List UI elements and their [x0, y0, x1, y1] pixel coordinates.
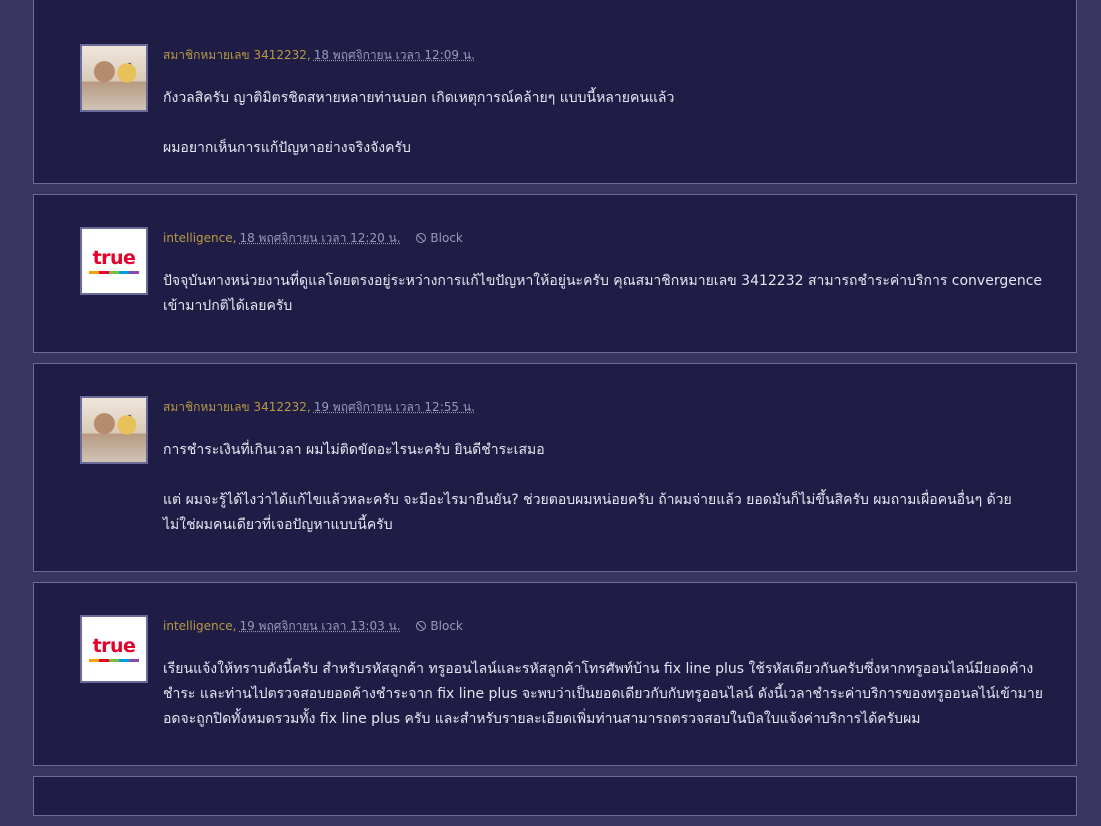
block-label: Block: [430, 231, 463, 245]
user-avatar[interactable]: [80, 44, 148, 112]
author-name[interactable]: สมาชิกหมายเลข 3412232: [163, 48, 307, 62]
block-label: Block: [430, 619, 463, 633]
block-button[interactable]: Block: [416, 619, 463, 633]
true-logo: true: [92, 247, 136, 269]
comment-meta: สมาชิกหมายเลข 3412232, 18 พฤศจิกายน เวลา …: [163, 48, 475, 62]
block-button[interactable]: Block: [416, 231, 463, 245]
comment-card: [33, 776, 1077, 816]
comment-meta: intelligence, 18 พฤศจิกายน เวลา 12:20 น. …: [163, 231, 463, 245]
comment-date[interactable]: 18 พฤศจิกายน เวลา 12:20 น.: [239, 231, 400, 245]
comment-paragraph: การชำระเงินที่เกินเวลา ผมไม่ติดขัดอะไรนะ…: [163, 442, 545, 458]
comment-date[interactable]: 19 พฤศจิกายน เวลา 13:03 น.: [239, 619, 400, 633]
comment-date[interactable]: 19 พฤศจิกายน เวลา 12:55 น.: [314, 400, 475, 414]
comment-date[interactable]: 18 พฤศจิกายน เวลา 12:09 น.: [314, 48, 475, 62]
block-icon: [416, 233, 427, 243]
logo-color-strip: [89, 659, 139, 662]
comment-body: ปัจจุบันทางหน่วยงานที่ดูแลโดยตรงอยู่ระหว…: [163, 269, 1043, 319]
comment-card: สมาชิกหมายเลข 3412232, 18 พฤศจิกายน เวลา …: [33, 0, 1077, 184]
comment-paragraph: เรียนแจ้งให้ทราบดังนี้ครับ สำหรับรหัสลูก…: [163, 661, 1043, 727]
comment-body: เรียนแจ้งให้ทราบดังนี้ครับ สำหรับรหัสลูก…: [163, 657, 1043, 732]
author-name[interactable]: intelligence: [163, 619, 233, 633]
author-name[interactable]: intelligence: [163, 231, 233, 245]
comment-paragraph: ผมอยากเห็นการแก้ปัญหาอย่างจริงจังครับ: [163, 140, 411, 156]
logo-color-strip: [89, 271, 139, 274]
comment-body: การชำระเงินที่เกินเวลา ผมไม่ติดขัดอะไรนะ…: [163, 438, 1043, 538]
comment-paragraph: กังวลสิครับ ญาติมิตรชิดสหายหลายท่านบอก เ…: [163, 90, 675, 106]
user-avatar[interactable]: true: [80, 615, 148, 683]
comment-card: สมาชิกหมายเลข 3412232, 19 พฤศจิกายน เวลา …: [33, 363, 1077, 572]
comment-thread: สมาชิกหมายเลข 3412232, 18 พฤศจิกายน เวลา …: [33, 0, 1077, 826]
user-avatar[interactable]: [80, 396, 148, 464]
comment-card: true intelligence, 18 พฤศจิกายน เวลา 12:2…: [33, 194, 1077, 353]
comment-card: true intelligence, 19 พฤศจิกายน เวลา 13:0…: [33, 582, 1077, 766]
block-icon: [416, 621, 427, 631]
comment-body: กังวลสิครับ ญาติมิตรชิดสหายหลายท่านบอก เ…: [163, 86, 1043, 161]
comment-paragraph: ปัจจุบันทางหน่วยงานที่ดูแลโดยตรงอยู่ระหว…: [163, 273, 1043, 314]
true-logo: true: [92, 635, 136, 657]
user-avatar[interactable]: true: [80, 227, 148, 295]
comment-meta: intelligence, 19 พฤศจิกายน เวลา 13:03 น. …: [163, 619, 463, 633]
comment-paragraph: แต่ ผมจะรู้ได้ไงว่าได้แก้ไขแล้วหละครับ จ…: [163, 492, 1012, 533]
author-name[interactable]: สมาชิกหมายเลข 3412232: [163, 400, 307, 414]
comment-meta: สมาชิกหมายเลข 3412232, 19 พฤศจิกายน เวลา …: [163, 400, 475, 414]
